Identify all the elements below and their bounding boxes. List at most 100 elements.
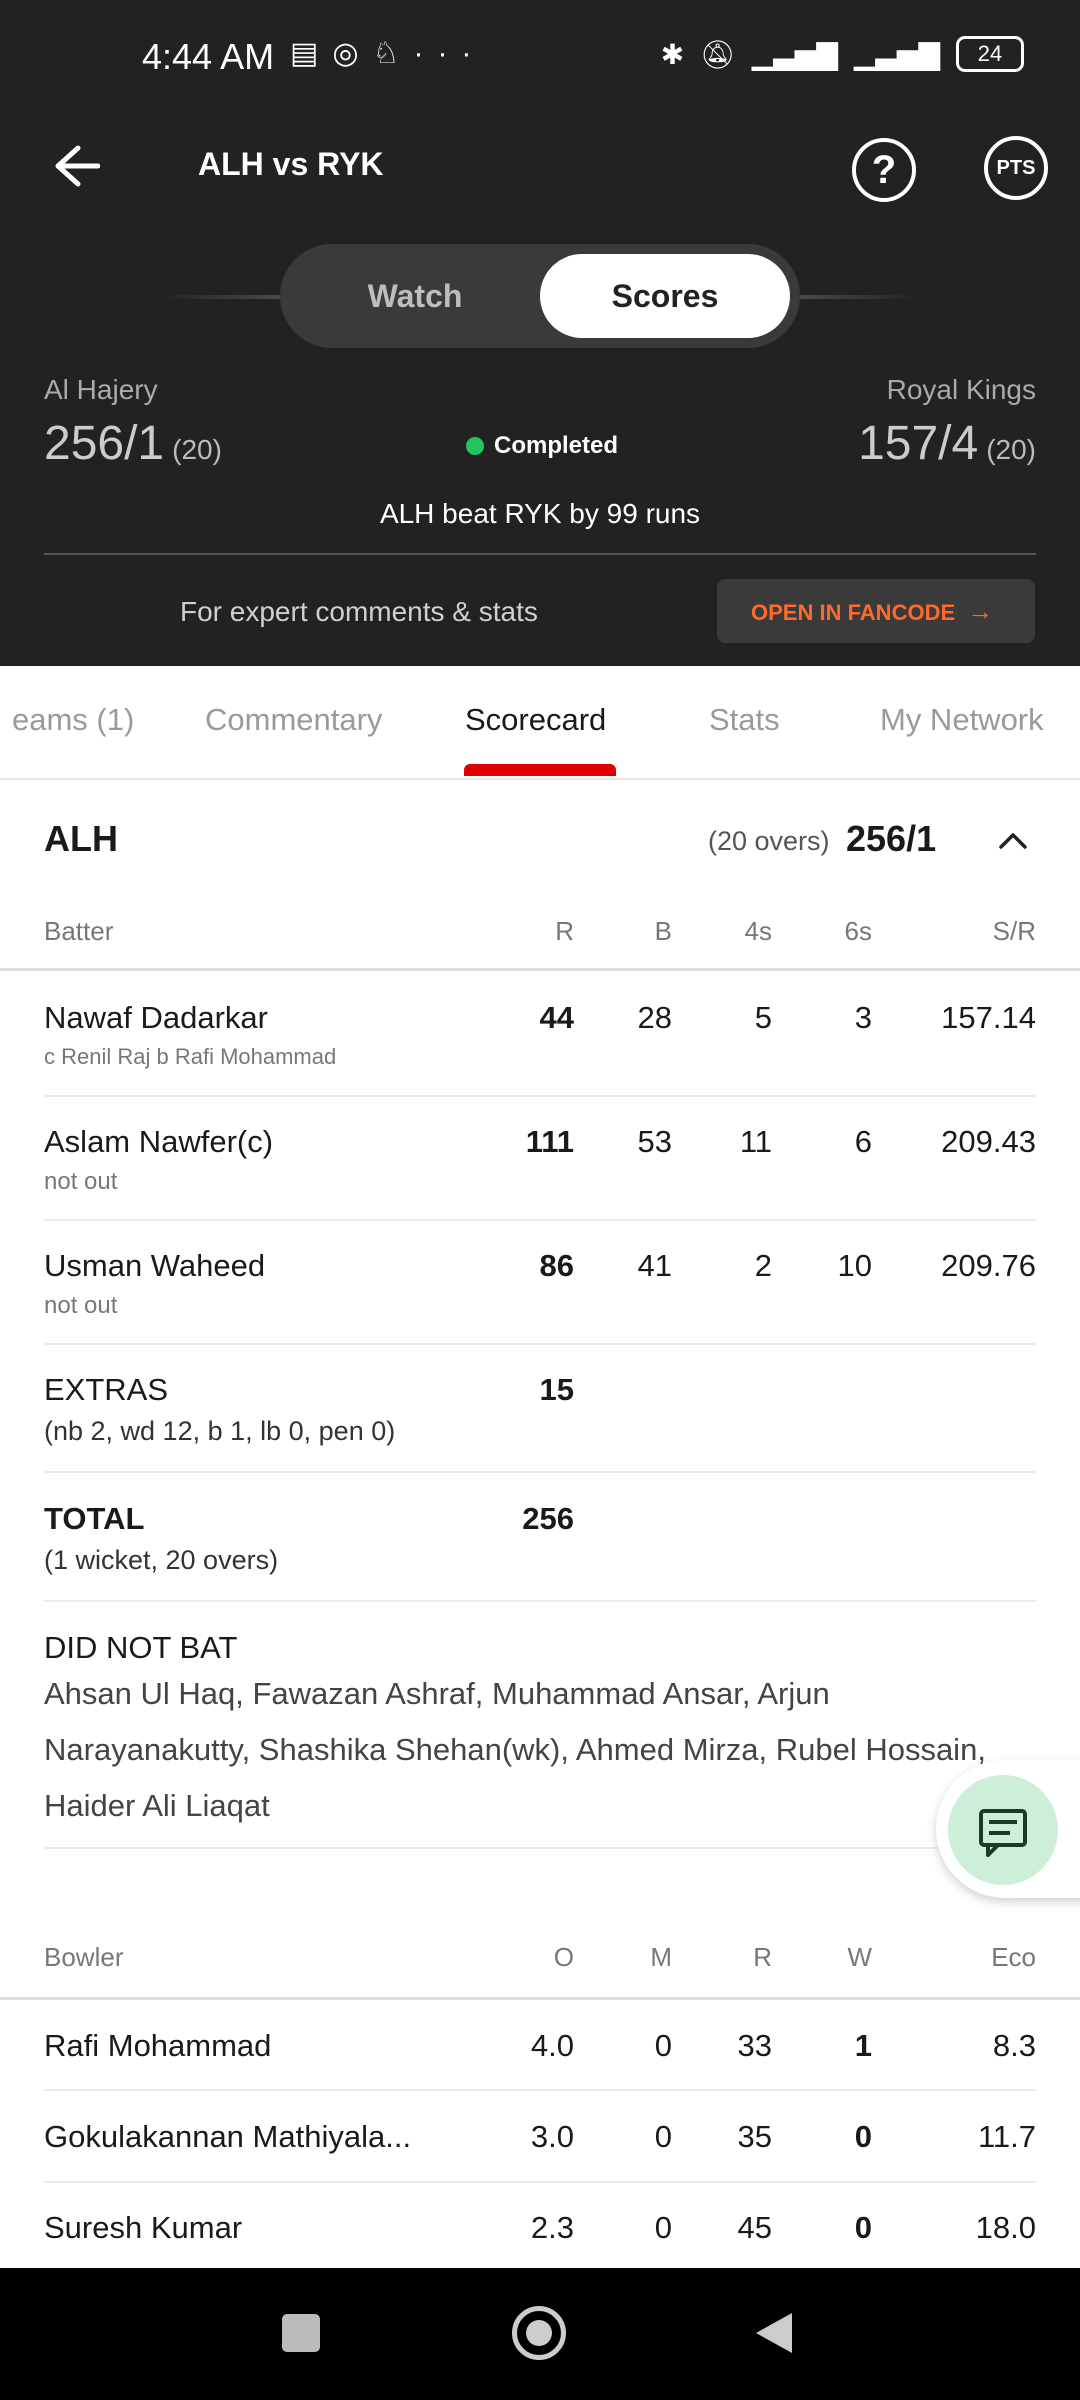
chat-icon bbox=[979, 1809, 1027, 1857]
match-status: Completed bbox=[494, 432, 619, 459]
team2-name: Royal Kings bbox=[886, 374, 1036, 405]
batter-fours: 11 bbox=[739, 1124, 772, 1159]
status-dot-icon bbox=[466, 437, 484, 455]
tab-my-network[interactable]: My Network bbox=[880, 702, 1044, 738]
row-divider bbox=[44, 1219, 1036, 1221]
did-not-bat-label: DID NOT BAT bbox=[44, 1630, 238, 1665]
row-divider bbox=[44, 1847, 1036, 1849]
batter-dismissal: not out bbox=[44, 1292, 118, 1319]
col-overs: O bbox=[553, 1942, 574, 1972]
lte-signal-icon: ▁▃▅▇ bbox=[853, 38, 940, 70]
batter-name[interactable]: Usman Waheed bbox=[44, 1248, 265, 1284]
batter-name[interactable]: Nawaf Dadarkar bbox=[44, 1000, 268, 1036]
batter-runs: 111 bbox=[525, 1124, 574, 1159]
chevron-up-icon[interactable] bbox=[998, 826, 1028, 856]
tab-commentary[interactable]: Commentary bbox=[205, 702, 382, 738]
innings-overs: (20 overs) bbox=[708, 826, 830, 856]
col-runs-conceded: R bbox=[753, 1942, 772, 1972]
row-divider bbox=[44, 1600, 1036, 1602]
bowler-name[interactable]: Rafi Mohammad bbox=[44, 2028, 271, 2064]
back-arrow-icon[interactable] bbox=[52, 136, 101, 196]
back-nav-icon[interactable] bbox=[752, 2310, 798, 2356]
batter-sixes: 10 bbox=[837, 1248, 872, 1283]
row-divider bbox=[44, 1095, 1036, 1097]
scores-toggle[interactable]: Scores bbox=[540, 254, 790, 338]
active-tab-indicator bbox=[464, 764, 616, 776]
battery-icon: 24 bbox=[956, 36, 1024, 72]
batter-dismissal: c Renil Raj b Rafi Mohammad bbox=[44, 1044, 337, 1069]
batter-balls: 28 bbox=[637, 1000, 672, 1035]
tab-teams[interactable]: eams (1) bbox=[12, 702, 134, 738]
team1-name: Al Hajery bbox=[44, 374, 158, 405]
col-bowler: Bowler bbox=[44, 1942, 124, 1972]
points-table-icon[interactable]: PTS bbox=[984, 136, 1048, 200]
message-icon: ▤ bbox=[290, 37, 333, 70]
extras-label: EXTRAS bbox=[44, 1372, 169, 1407]
app-icon: ♘ bbox=[372, 37, 414, 70]
promo-text: For expert comments & stats bbox=[180, 596, 538, 627]
extras-detail: (nb 2, wd 12, b 1, lb 0, pen 0) bbox=[44, 1416, 396, 1446]
did-not-bat-players: Ahsan Ul Haq, Fawazan Ashraf, Muhammad A… bbox=[44, 1676, 986, 1823]
bowler-economy: 8.3 bbox=[992, 2028, 1036, 2063]
bluetooth-icon: ✱ bbox=[660, 38, 685, 70]
batter-name[interactable]: Aslam Nawfer(c) bbox=[44, 1124, 273, 1160]
bowler-wickets: 1 bbox=[854, 2028, 872, 2063]
bowler-economy: 18.0 bbox=[975, 2210, 1036, 2245]
col-runs: R bbox=[555, 916, 574, 946]
bowler-economy: 11.7 bbox=[977, 2119, 1036, 2154]
bowler-wickets: 0 bbox=[854, 2119, 872, 2154]
row-divider bbox=[44, 1343, 1036, 1345]
col-sixes: 6s bbox=[844, 916, 872, 946]
col-wickets: W bbox=[847, 1942, 872, 1972]
page-title: ALH vs RYK bbox=[198, 146, 384, 182]
system-icons: ✱ 🔕︎ ▁▃▅▇ ▁▃▅▇ 24 bbox=[661, 36, 1024, 72]
mute-icon: 🔕︎ bbox=[700, 38, 736, 70]
arrow-right-icon: → bbox=[967, 596, 994, 626]
row-divider bbox=[44, 1471, 1036, 1473]
bowler-wickets: 0 bbox=[854, 2210, 872, 2245]
innings-team: ALH bbox=[44, 818, 118, 859]
col-fours: 4s bbox=[744, 916, 772, 946]
bowler-overs: 3.0 bbox=[530, 2119, 574, 2154]
home-icon[interactable] bbox=[512, 2306, 566, 2360]
help-icon[interactable]: ? bbox=[852, 138, 916, 202]
tab-scorecard[interactable]: Scorecard bbox=[465, 702, 606, 738]
extras-value: 15 bbox=[539, 1372, 574, 1407]
row-divider bbox=[44, 2089, 1036, 2091]
batter-strike-rate: 157.14 bbox=[941, 1000, 1036, 1035]
team1-score: 256/1 (20) bbox=[44, 417, 222, 470]
total-detail: (1 wicket, 20 overs) bbox=[44, 1545, 279, 1575]
watch-toggle[interactable]: Watch bbox=[300, 254, 530, 338]
recent-apps-icon[interactable] bbox=[282, 2314, 320, 2352]
bowler-runs: 35 bbox=[737, 2119, 772, 2154]
instagram-icon: ◎ bbox=[332, 37, 373, 70]
bowler-name[interactable]: Gokulakannan Mathiyala... bbox=[44, 2119, 411, 2155]
col-maidens: M bbox=[650, 1942, 672, 1972]
batter-strike-rate: 209.76 bbox=[941, 1248, 1036, 1283]
match-result: ALH beat RYK by 99 runs bbox=[379, 498, 701, 529]
divider bbox=[44, 553, 1036, 555]
batter-runs: 44 bbox=[539, 1000, 574, 1035]
signal-icon: ▁▃▅▇ bbox=[751, 38, 838, 70]
col-strike-rate: S/R bbox=[992, 916, 1036, 946]
team2-score: 157/4 (20) bbox=[858, 417, 1036, 470]
total-value: 256 bbox=[522, 1501, 574, 1536]
batter-balls: 41 bbox=[637, 1248, 672, 1283]
col-economy: Eco bbox=[991, 1942, 1036, 1972]
chat-button[interactable] bbox=[948, 1775, 1058, 1885]
header-divider bbox=[0, 968, 1080, 971]
row-divider bbox=[44, 2181, 1036, 2183]
bowler-runs: 45 bbox=[737, 2210, 772, 2245]
notification-icons: ▤◎♘··· bbox=[290, 36, 485, 71]
open-in-fancode-button[interactable]: OPEN IN FANCODE → bbox=[717, 579, 1035, 643]
batter-strike-rate: 209.43 bbox=[941, 1124, 1036, 1159]
bowler-name[interactable]: Suresh Kumar bbox=[44, 2210, 242, 2246]
bowler-maidens: 0 bbox=[654, 2028, 672, 2063]
bowler-maidens: 0 bbox=[654, 2119, 672, 2154]
batter-dismissal: not out bbox=[44, 1168, 118, 1195]
batter-fours: 2 bbox=[754, 1248, 772, 1283]
bowler-overs: 2.3 bbox=[530, 2210, 574, 2245]
tab-stats[interactable]: Stats bbox=[709, 702, 780, 738]
batter-sixes: 6 bbox=[854, 1124, 872, 1159]
bowler-overs: 4.0 bbox=[530, 2028, 574, 2063]
